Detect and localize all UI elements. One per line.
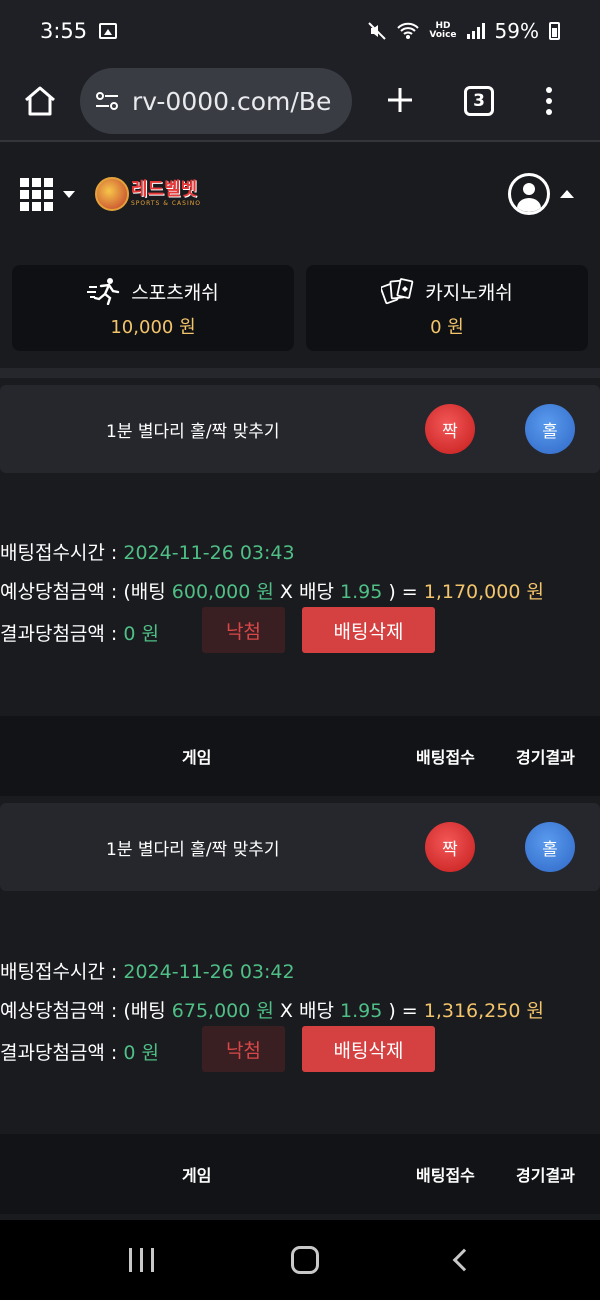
- expected-payout: 예상당첨금액 : (배팅 675,000 원 X 배당 1.95 ) = 1,3…: [0, 1000, 544, 1022]
- new-tab-button[interactable]: [382, 83, 418, 119]
- delete-bet-button[interactable]: 배팅삭제: [302, 607, 435, 653]
- caret-up-icon[interactable]: [560, 190, 574, 198]
- mute-icon: [368, 22, 387, 40]
- bet-time: 배팅접수시간 : 2024-11-26 03:43: [0, 542, 295, 564]
- wallet-sports-label: 스포츠캐쉬: [131, 281, 219, 304]
- caret-down-icon[interactable]: [63, 190, 75, 198]
- browser-toolbar: rv-0000.com/Be 3: [0, 62, 600, 142]
- col-game: 게임: [182, 748, 212, 767]
- bet-time: 배팅접수시간 : 2024-11-26 03:42: [0, 961, 295, 983]
- logo-text: 레드벨벳: [131, 179, 198, 200]
- site-logo[interactable]: 레드벨벳 SPORTS & CASINO: [95, 174, 201, 214]
- result-value: 0 원: [123, 1042, 159, 1064]
- recent-apps-icon[interactable]: [128, 1248, 154, 1272]
- bet-amount: 600,000 원: [171, 581, 274, 603]
- pick-even-button[interactable]: 짝: [425, 404, 475, 454]
- clock: 3:55: [40, 19, 88, 43]
- col-match-result: 경기결과: [516, 748, 575, 767]
- battery-percent: 59%: [494, 19, 539, 43]
- result-payout: 결과당첨금액 : 0 원: [0, 623, 159, 645]
- back-icon[interactable]: [452, 1248, 475, 1272]
- user-avatar-icon[interactable]: [508, 173, 550, 215]
- wallet-sports[interactable]: 스포츠캐쉬 10,000 원: [12, 265, 294, 351]
- bet-game-row: 1분 별다리 홀/짝 맞추기 짝 홀: [0, 385, 600, 473]
- wallet-casino[interactable]: 카지노캐쉬 0 원: [306, 265, 588, 351]
- address-bar[interactable]: rv-0000.com/Be: [80, 68, 352, 134]
- col-match-result: 경기결과: [516, 1166, 575, 1185]
- bet-odds: 1.95: [339, 581, 383, 603]
- result-payout: 결과당첨금액 : 0 원: [0, 1042, 159, 1064]
- wallet-casino-label: 카지노캐쉬: [425, 281, 513, 304]
- logo-badge-icon: [95, 177, 129, 211]
- home-icon[interactable]: [22, 83, 58, 119]
- table-header: 게임 배팅접수 경기결과: [0, 1134, 600, 1214]
- result-value: 0 원: [123, 623, 159, 645]
- image-notification-icon: [99, 23, 118, 39]
- wallet-summary: 스포츠캐쉬 10,000 원 카지노캐쉬 0 원: [12, 265, 588, 351]
- tab-switcher-button[interactable]: 3: [464, 86, 494, 116]
- site-settings-icon[interactable]: [94, 90, 120, 112]
- col-bet-received: 배팅접수: [416, 1166, 475, 1185]
- bet-time-value: 2024-11-26 03:42: [123, 961, 295, 983]
- pick-even-button[interactable]: 짝: [425, 822, 475, 872]
- wallet-casino-amount: 0 원: [430, 317, 464, 338]
- bet-time-value: 2024-11-26 03:43: [123, 542, 295, 564]
- wallet-sports-amount: 10,000 원: [110, 317, 196, 338]
- wifi-icon: [397, 22, 420, 39]
- expected-payout: 예상당첨금액 : (배팅 600,000 원 X 배당 1.95 ) = 1,1…: [0, 581, 544, 603]
- game-name: 1분 별다리 홀/짝 맞추기: [106, 840, 280, 860]
- bet-odds: 1.95: [339, 1000, 383, 1022]
- expected-win: 1,170,000 원: [423, 581, 544, 603]
- signal-icon: [466, 23, 485, 39]
- status-bar: 3:55 HD Voice 59%: [0, 0, 600, 62]
- plus-icon: [388, 88, 412, 112]
- logo-subtext: SPORTS & CASINO: [131, 200, 201, 207]
- expected-win: 1,316,250 원: [423, 1000, 544, 1022]
- section-divider: [0, 368, 600, 378]
- user-menu[interactable]: [508, 173, 574, 215]
- table-header: 게임 배팅접수 경기결과: [0, 716, 600, 796]
- more-menu-icon[interactable]: [546, 87, 552, 115]
- system-nav-bar: [0, 1220, 600, 1300]
- col-game: 게임: [182, 1166, 212, 1185]
- pick-odd-button[interactable]: 홀: [525, 822, 575, 872]
- apps-grid-icon[interactable]: [20, 177, 53, 211]
- app-header: 레드벨벳 SPORTS & CASINO: [0, 144, 600, 244]
- col-bet-received: 배팅접수: [416, 748, 475, 767]
- battery-icon: [549, 22, 560, 40]
- game-name: 1분 별다리 홀/짝 맞추기: [106, 422, 280, 442]
- running-person-icon: [87, 278, 120, 305]
- system-home-icon[interactable]: [290, 1246, 319, 1274]
- pick-odd-button[interactable]: 홀: [525, 404, 575, 454]
- hd-voice-icon: HD Voice: [429, 21, 457, 40]
- bet-game-row: 1분 별다리 홀/짝 맞추기 짝 홀: [0, 803, 600, 891]
- status-badge-lose: 낙첨: [202, 607, 285, 653]
- status-badge-lose: 낙첨: [202, 1026, 285, 1072]
- playing-cards-icon: [381, 278, 414, 305]
- bet-amount: 675,000 원: [171, 1000, 274, 1022]
- status-icons: HD Voice 59%: [367, 19, 560, 43]
- url-text: rv-0000.com/Be: [132, 86, 332, 116]
- delete-bet-button[interactable]: 배팅삭제: [302, 1026, 435, 1072]
